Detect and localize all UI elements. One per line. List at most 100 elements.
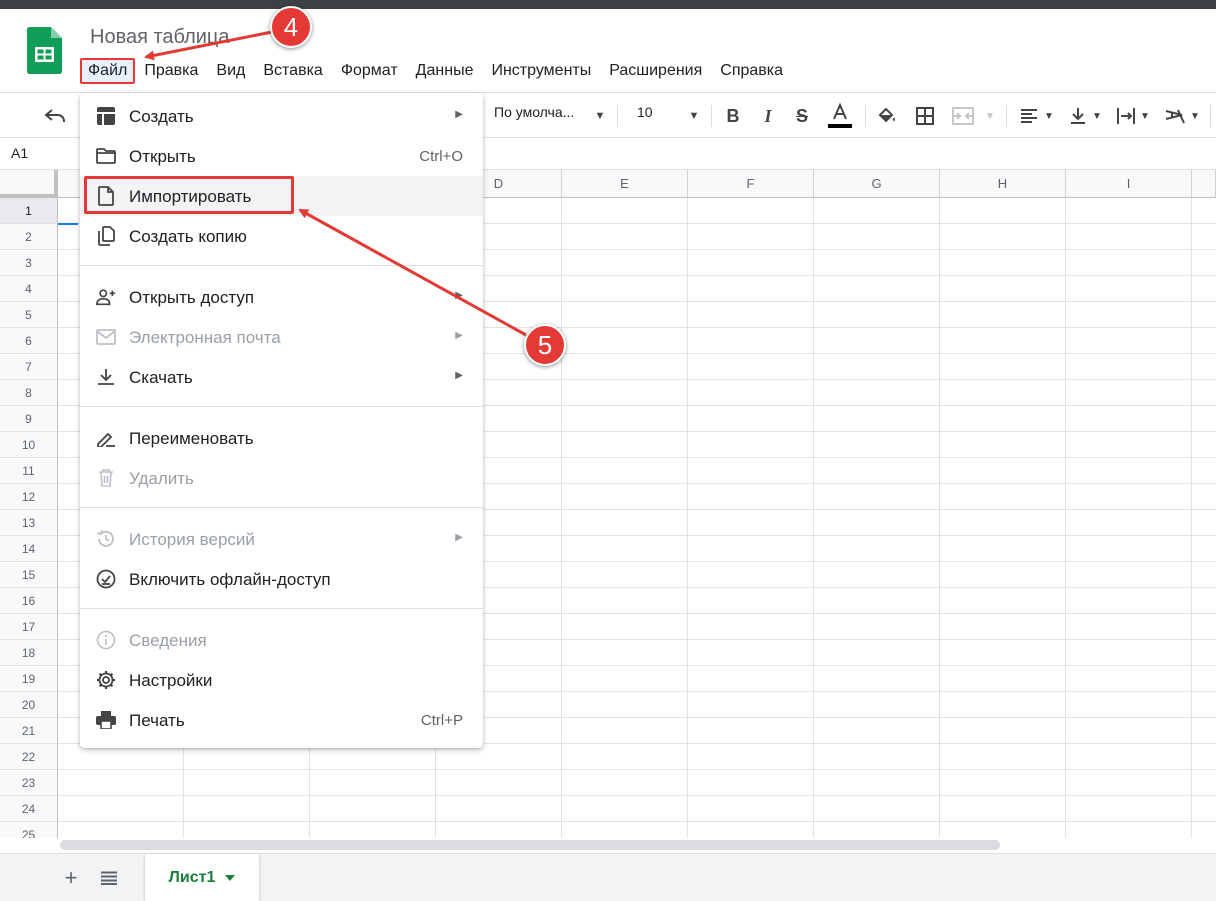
all-sheets-icon[interactable] [96,854,122,901]
offline-icon [96,569,116,589]
align-dropdown-arrow-icon[interactable]: ▼ [1042,93,1056,139]
menu-item-label: Создать [129,107,194,126]
merge-cells-icon [948,93,978,139]
column-header-g[interactable]: G [814,170,940,198]
row-header[interactable]: 15 [0,562,58,588]
column-header[interactable] [1192,170,1216,198]
row-header[interactable]: 2 [0,224,58,250]
row-header[interactable]: 9 [0,406,58,432]
row-header[interactable]: 12 [0,484,58,510]
row-header[interactable]: 19 [0,666,58,692]
menu-item-make-copy[interactable]: Создать копию [80,216,483,256]
rename-icon [96,428,116,448]
menu-item-details: Сведения [80,620,483,660]
row-header[interactable]: 23 [0,770,58,796]
selected-cell[interactable] [58,198,78,225]
step-callout-5: 5 [524,324,566,366]
column-header-f[interactable]: F [688,170,814,198]
menu-format[interactable]: Формат [332,58,407,84]
font-size-select[interactable]: 10 [637,104,653,120]
text-color-icon[interactable] [825,93,855,139]
printer-icon [96,710,116,730]
sheet-tab-active[interactable]: Лист1 [145,854,259,901]
fill-color-icon[interactable] [874,93,900,139]
menu-item-open[interactable]: Открыть Ctrl+O [80,136,483,176]
menu-tools[interactable]: Инструменты [482,58,600,84]
menu-item-label: Переименовать [129,429,254,448]
row-header[interactable]: 8 [0,380,58,406]
menu-help[interactable]: Справка [711,58,792,84]
select-all-corner[interactable] [0,170,58,198]
row-header[interactable]: 3 [0,250,58,276]
row-header[interactable]: 21 [0,718,58,744]
align-vertical-icon[interactable] [1066,93,1090,139]
rotate-dropdown-arrow-icon[interactable]: ▼ [1188,93,1202,139]
menu-file[interactable]: Файл [80,58,136,84]
row-header[interactable]: 1 [0,198,58,224]
align-horizontal-icon[interactable] [1016,93,1042,139]
menu-divider [80,507,483,508]
create-icon [96,106,116,126]
menu-extensions[interactable]: Расширения [600,58,711,84]
sheets-bar: + Лист1 [0,853,1216,901]
row-header[interactable]: 5 [0,302,58,328]
borders-icon[interactable] [912,93,938,139]
row-header[interactable]: 14 [0,536,58,562]
undo-icon[interactable] [40,93,70,139]
menu-item-label: История версий [129,530,255,549]
text-rotate-icon[interactable] [1162,93,1188,139]
font-family-select[interactable]: По умолча... [494,104,574,120]
browser-top-strip [0,0,1216,9]
sheet-tab-arrow-icon[interactable] [225,875,236,881]
row-header[interactable]: 20 [0,692,58,718]
menu-item-settings[interactable]: Настройки [80,660,483,700]
menu-insert[interactable]: Вставка [254,58,331,84]
valign-dropdown-arrow-icon[interactable]: ▼ [1090,93,1104,139]
row-header[interactable]: 25 [0,822,58,838]
menu-divider [80,608,483,609]
horizontal-scrollbar[interactable] [60,840,1000,850]
row-header[interactable]: 11 [0,458,58,484]
row-header[interactable]: 6 [0,328,58,354]
text-wrap-icon[interactable] [1113,93,1139,139]
column-header-h[interactable]: H [940,170,1066,198]
grid-column-line [561,198,562,838]
menu-item-create[interactable]: Создать ▶ [80,96,483,136]
menu-item-download[interactable]: Скачать ▶ [80,357,483,397]
row-header[interactable]: 7 [0,354,58,380]
row-header[interactable]: 16 [0,588,58,614]
menu-item-share[interactable]: Открыть доступ ▶ [80,277,483,317]
row-header[interactable]: 24 [0,796,58,822]
menu-view[interactable]: Вид [207,58,254,84]
sheets-logo-icon[interactable] [27,27,62,74]
row-header[interactable]: 13 [0,510,58,536]
row-header[interactable]: 17 [0,614,58,640]
menu-item-print[interactable]: Печать Ctrl+P [80,700,483,740]
italic-icon[interactable]: I [755,93,781,139]
wrap-dropdown-arrow-icon[interactable]: ▼ [1138,93,1152,139]
menu-data[interactable]: Данные [407,58,483,84]
row-header[interactable]: 4 [0,276,58,302]
grid-column-line [939,198,940,838]
document-title[interactable]: Новая таблица [90,26,230,49]
name-box[interactable]: A1 [11,145,28,161]
menu-edit[interactable]: Правка [135,58,207,84]
strikethrough-icon[interactable]: S [789,93,815,139]
submenu-arrow-icon: ▶ [455,109,463,120]
column-header-e[interactable]: E [562,170,688,198]
toolbar-divider [1006,105,1007,127]
bold-icon[interactable]: B [720,93,746,139]
font-dropdown-arrow-icon[interactable]: ▼ [590,93,610,139]
menu-item-rename[interactable]: Переименовать [80,418,483,458]
import-highlight-box [84,176,294,214]
size-dropdown-arrow-icon[interactable]: ▼ [684,93,704,139]
menu-item-offline[interactable]: Включить офлайн-доступ [80,559,483,599]
column-header-i[interactable]: I [1066,170,1192,198]
row-header[interactable]: 10 [0,432,58,458]
menu-item-email: Электронная почта ▶ [80,317,483,357]
row-header[interactable]: 18 [0,640,58,666]
menubar: Файл Правка Вид Вставка Формат Данные Ин… [80,58,792,84]
grid-column-line [813,198,814,838]
row-header[interactable]: 22 [0,744,58,770]
add-sheet-icon[interactable]: + [58,854,84,901]
